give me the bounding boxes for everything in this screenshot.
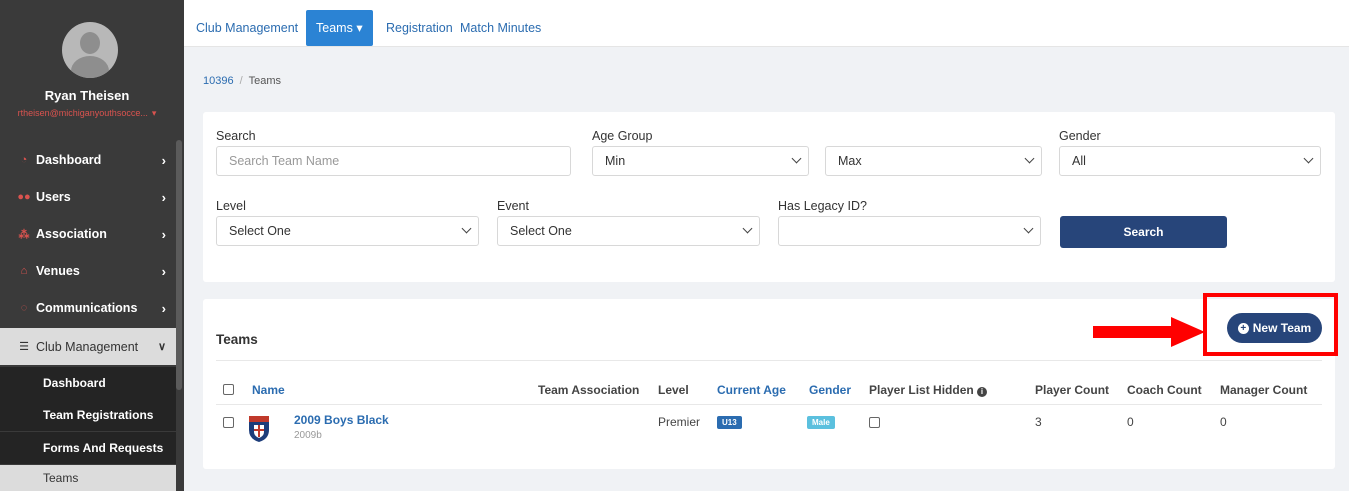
- chevron-right-icon: ›: [161, 263, 166, 279]
- age-group-label: Age Group: [592, 129, 653, 143]
- teams-panel: Teams + New Team Name Team Association Le…: [203, 293, 1338, 469]
- team-level: Premier: [658, 415, 701, 429]
- caret-down-icon: ▾: [151, 108, 157, 118]
- sidebar-item-users[interactable]: ●● Users ›: [0, 179, 176, 215]
- chevron-down-icon: ∨: [157, 341, 166, 353]
- team-code: 2009b: [294, 430, 322, 441]
- gender-select[interactable]: All: [1059, 146, 1321, 176]
- age-badge: U13: [717, 416, 742, 429]
- player-count: 3: [1035, 415, 1042, 429]
- teams-title: Teams: [216, 332, 258, 347]
- column-header-coach-count: Coach Count: [1127, 383, 1202, 397]
- sidebar-item-dashboard[interactable]: ◔ Dashboard ›: [0, 142, 176, 178]
- sidebar-subitem-forms-and-requests[interactable]: Forms And Requests: [0, 432, 176, 464]
- breadcrumb-separator: /: [239, 75, 243, 87]
- chevron-down-icon: [742, 223, 753, 234]
- chevron-down-icon: [1303, 153, 1314, 164]
- tab-match-minutes[interactable]: Match Minutes: [450, 10, 551, 46]
- player-list-hidden-checkbox[interactable]: [869, 417, 880, 428]
- breadcrumb-root-link[interactable]: 10396: [203, 75, 234, 87]
- sidebar: Ryan Theisen rtheisen@michiganyouthsocce…: [0, 0, 184, 491]
- search-input[interactable]: Search Team Name: [216, 146, 571, 176]
- gender-badge: Male: [807, 416, 835, 429]
- chevron-right-icon: ›: [161, 152, 166, 168]
- level-select[interactable]: Select One: [216, 216, 479, 246]
- red-arrow-annotation: [1093, 317, 1205, 347]
- header-divider: [216, 360, 1322, 361]
- chevron-right-icon: ›: [161, 226, 166, 242]
- search-button[interactable]: Search: [1060, 216, 1227, 248]
- column-header-gender[interactable]: Gender: [809, 383, 851, 397]
- chevron-down-icon: [461, 223, 472, 234]
- venues-icon: ⌂: [20, 265, 28, 277]
- user-name: Ryan Theisen: [44, 88, 130, 103]
- event-select[interactable]: Select One: [497, 216, 760, 246]
- row-checkbox[interactable]: [223, 417, 234, 428]
- table-header-divider: [216, 404, 1322, 405]
- top-nav: Club Management Teams ▾ Registration Mat…: [184, 0, 1349, 47]
- plus-circle-icon: +: [1237, 322, 1249, 334]
- tab-teams[interactable]: Teams ▾: [306, 10, 373, 46]
- sidebar-scrollbar[interactable]: [176, 140, 182, 390]
- caret-down-icon: ▾: [356, 21, 363, 35]
- sidebar-subitem-dashboard[interactable]: Dashboard: [0, 367, 176, 399]
- level-label: Level: [216, 199, 246, 213]
- breadcrumb: 10396 / Teams: [203, 75, 281, 87]
- event-label: Event: [497, 199, 529, 213]
- sidebar-item-communications[interactable]: ◌ Communications ›: [0, 290, 176, 326]
- new-team-button[interactable]: + New Team: [1227, 313, 1322, 343]
- team-search-panel: Search Search Team Name Age Group Min Ma…: [203, 112, 1335, 282]
- column-header-name[interactable]: Name: [252, 383, 285, 397]
- users-icon: ●●: [17, 191, 31, 203]
- age-max-select[interactable]: Max: [825, 146, 1042, 176]
- column-header-team-association: Team Association: [538, 383, 640, 397]
- info-icon[interactable]: i: [977, 387, 988, 397]
- communications-icon: ◌: [20, 302, 28, 314]
- breadcrumb-current: Teams: [248, 75, 282, 87]
- club-management-icon: ☰: [19, 341, 29, 353]
- legacy-id-label: Has Legacy ID?: [778, 199, 867, 213]
- search-label: Search: [216, 129, 256, 143]
- chevron-down-icon: [791, 153, 802, 164]
- chevron-right-icon: ›: [161, 189, 166, 205]
- dashboard-icon: ◔: [20, 154, 28, 166]
- column-header-manager-count: Manager Count: [1220, 383, 1308, 397]
- chevron-down-icon: [1024, 153, 1035, 164]
- chevron-right-icon: ›: [161, 300, 166, 316]
- tab-club-management[interactable]: Club Management: [186, 10, 308, 46]
- user-email-dropdown[interactable]: rtheisen@michiganyouthsocce... ▾: [0, 108, 174, 119]
- legacy-id-select[interactable]: [778, 216, 1041, 246]
- column-header-player-list-hidden: Player List Hidden i: [869, 383, 988, 397]
- sidebar-item-association[interactable]: ⁂ Association ›: [0, 216, 176, 252]
- coach-count: 0: [1127, 415, 1134, 429]
- team-logo: [249, 416, 269, 442]
- team-name-link[interactable]: 2009 Boys Black: [294, 413, 389, 427]
- sidebar-subitem-teams[interactable]: Teams: [0, 465, 176, 491]
- age-min-select[interactable]: Min: [592, 146, 809, 176]
- column-header-player-count: Player Count: [1035, 383, 1110, 397]
- gender-label: Gender: [1059, 129, 1101, 143]
- manager-count: 0: [1220, 415, 1227, 429]
- chevron-down-icon: [1023, 223, 1034, 234]
- column-header-current-age[interactable]: Current Age: [717, 383, 786, 397]
- association-icon: ⁂: [18, 228, 30, 241]
- avatar[interactable]: [62, 22, 118, 78]
- sidebar-subitem-team-registrations[interactable]: Team Registrations: [0, 399, 176, 431]
- sidebar-item-club-management[interactable]: ☰ Club Management ∨: [0, 328, 176, 365]
- sidebar-item-venues[interactable]: ⌂ Venues ›: [0, 253, 176, 289]
- select-all-checkbox[interactable]: [223, 384, 234, 395]
- column-header-level: Level: [658, 383, 689, 397]
